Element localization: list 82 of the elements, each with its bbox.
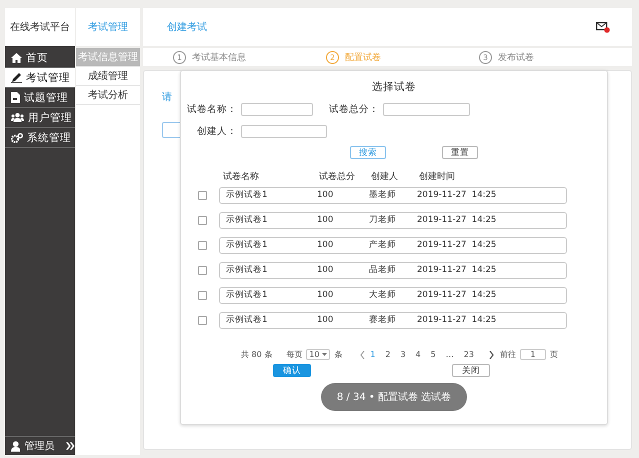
- table-row[interactable]: 示例试卷1 100 产老师 2019-11-27 14:25: [219, 236, 567, 254]
- table-cell-text: 100: [317, 315, 334, 325]
- mail-icon[interactable]: [596, 22, 610, 32]
- table-cell-text: 赛老师: [369, 314, 397, 326]
- table-cell-text: 示例试卷1: [226, 314, 268, 326]
- close-button[interactable]: 关闭: [452, 364, 490, 377]
- table-cell-text: 示例试卷1: [226, 214, 268, 226]
- column-header: 创建时间: [419, 170, 456, 182]
- table-row[interactable]: 示例试卷1 100 墨老师 2019-11-27 14:25: [219, 186, 567, 204]
- table-cell-text: 示例试卷1: [226, 264, 268, 276]
- table-cell-text: 墨老师: [369, 189, 397, 201]
- dropdown-icon: [322, 353, 328, 356]
- table-cell-text: 示例试卷1: [226, 239, 268, 251]
- table-cell-text: 2019-11-27 14:25: [417, 190, 498, 200]
- slide-caption: 8 / 34 • 配置试卷 选试卷: [321, 383, 467, 411]
- checkbox[interactable]: [198, 190, 207, 200]
- column-header: 试卷名称: [223, 170, 260, 182]
- next-page-icon[interactable]: [488, 350, 494, 358]
- per-page-unit: 条: [334, 349, 342, 360]
- page-size-select[interactable]: 10: [306, 349, 330, 360]
- goto-label: 前往: [500, 349, 516, 360]
- table-cell-text: 品老师: [369, 264, 397, 276]
- table-row[interactable]: 示例试卷1 100 大老师 2019-11-27 14:25: [219, 286, 567, 304]
- document-icon: [11, 92, 20, 103]
- table-cell-text: 产老师: [369, 239, 397, 251]
- prompt-text: 请: [162, 90, 172, 104]
- table-cell-text: 100: [317, 290, 334, 300]
- table-row[interactable]: 示例试卷1 100 刀老师 2019-11-27 14:25: [219, 212, 567, 228]
- table-row[interactable]: 示例试卷1 100 赛老师 2019-11-27 14:25: [219, 312, 567, 328]
- previous-page-icon[interactable]: [360, 350, 366, 358]
- table-cell-text: 2019-11-27 14:25: [417, 240, 498, 250]
- page-title: 创建考试: [167, 20, 207, 34]
- table-cell-text: 100: [317, 190, 334, 200]
- platform-title: 在线考试平台: [5, 8, 75, 46]
- table-cell-text: 示例试卷1: [226, 189, 268, 201]
- dialog-title: 选择试卷: [371, 80, 417, 94]
- goto-unit: 页: [550, 349, 558, 360]
- filter-label: 创建人：: [196, 124, 237, 138]
- page-link[interactable]: 23: [458, 350, 479, 359]
- page-link[interactable]: 2: [380, 350, 396, 359]
- checkbox[interactable]: [198, 240, 207, 250]
- table-cell-text: 100: [317, 265, 334, 275]
- per-page-label: 每页: [286, 349, 302, 360]
- input-field[interactable]: [241, 124, 327, 138]
- checkbox[interactable]: [198, 290, 207, 300]
- input-field[interactable]: [383, 102, 470, 116]
- page-link[interactable]: 3: [395, 350, 411, 359]
- user-icon: [11, 440, 20, 452]
- table-cell-text: 示例试卷1: [226, 289, 268, 301]
- step-label: 发布试卷: [498, 52, 534, 64]
- table-cell-text: 100: [317, 240, 334, 250]
- page-number-field[interactable]: 1: [520, 349, 546, 360]
- step-label: 考试基本信息: [192, 52, 246, 64]
- table-cell-text: 2019-11-27 14:25: [417, 315, 498, 325]
- page-link[interactable]: 4: [410, 350, 426, 359]
- gears-icon: [11, 132, 23, 142]
- page-link[interactable]: 5: [426, 350, 441, 359]
- filter-label: 试卷名称：: [186, 102, 237, 116]
- table-row[interactable]: 示例试卷1 100 品老师 2019-11-27 14:25: [219, 262, 567, 278]
- column-header: 创建人: [371, 170, 399, 182]
- column-header: 试卷总分: [319, 170, 356, 182]
- table-cell-text: 2019-11-27 14:25: [417, 290, 498, 300]
- table-cell-text: 大老师: [369, 289, 397, 301]
- user-name: 管理员: [24, 440, 54, 453]
- table-cell-text: 刀老师: [369, 214, 397, 226]
- input-field[interactable]: [241, 102, 313, 116]
- table-cell-text: 2019-11-27 14:25: [417, 215, 498, 225]
- checkbox[interactable]: [198, 316, 207, 324]
- users-icon: [11, 113, 24, 122]
- total-count: 共 80 条: [241, 349, 272, 360]
- table-cell-text: 100: [317, 215, 334, 225]
- filter-label: 试卷总分：: [328, 102, 379, 116]
- page-link[interactable]: …: [440, 350, 459, 359]
- table-cell-text: 2019-11-27 14:25: [417, 265, 498, 275]
- checkbox[interactable]: [198, 216, 207, 224]
- nav-item[interactable]: 考试管理: [5, 68, 75, 88]
- checkbox[interactable]: [198, 266, 207, 274]
- expand-icon[interactable]: [66, 442, 75, 450]
- reset-button[interactable]: 重置: [442, 146, 478, 159]
- step-label: 配置试卷: [345, 52, 381, 64]
- home-icon: [11, 52, 22, 62]
- pencil-icon: [11, 72, 22, 82]
